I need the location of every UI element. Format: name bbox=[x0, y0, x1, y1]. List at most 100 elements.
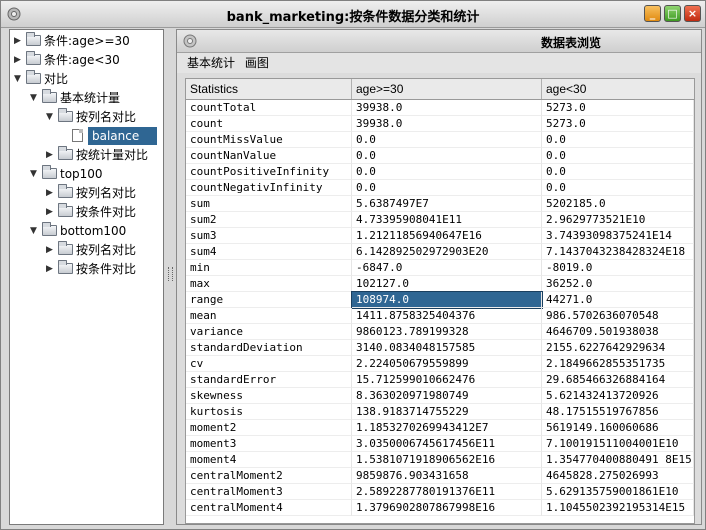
menu-basic-stats[interactable]: 基本统计 bbox=[187, 56, 235, 70]
statistic-value-cell[interactable]: 44271.0 bbox=[542, 292, 694, 308]
statistic-name-cell[interactable]: variance bbox=[186, 324, 352, 340]
expanded-toggle-icon[interactable]: ▼ bbox=[30, 165, 40, 183]
statistic-value-cell[interactable]: 108974.0 bbox=[351, 291, 543, 309]
tree-node[interactable]: balance bbox=[62, 127, 158, 145]
table-row[interactable]: centralMoment3 2.5892287780191376E11 5.629… bbox=[186, 484, 694, 500]
statistic-value-cell[interactable]: 0.0 bbox=[542, 132, 694, 148]
statistic-value-cell[interactable]: 15.712599010662476 bbox=[352, 372, 542, 388]
menu-plot[interactable]: 画图 bbox=[245, 56, 269, 70]
table-row[interactable]: countNegativInfinity 0.0 0.0 bbox=[186, 180, 694, 196]
statistic-value-cell[interactable]: 1411.8758325404376 bbox=[352, 308, 542, 324]
statistic-value-cell[interactable]: 3.74393098375241E14 bbox=[542, 228, 694, 244]
statistic-name-cell[interactable]: cv bbox=[186, 356, 352, 372]
statistic-value-cell[interactable]: 4646709.501938038 bbox=[542, 324, 694, 340]
statistic-value-cell[interactable]: 5273.0 bbox=[542, 116, 694, 132]
statistic-value-cell[interactable]: 1.1045502392195314E15 bbox=[542, 500, 694, 516]
table-row[interactable]: countMissValue 0.0 0.0 bbox=[186, 132, 694, 148]
statistic-value-cell[interactable]: 5.629135759001861E10 bbox=[542, 484, 694, 500]
statistic-value-cell[interactable]: 2.1849662855351735 bbox=[542, 356, 694, 372]
statistic-value-cell[interactable]: 138.9183714755229 bbox=[352, 404, 542, 420]
statistic-value-cell[interactable]: 5273.0 bbox=[542, 100, 694, 116]
table-row[interactable]: skewness 8.363020971980749 5.6214324137209… bbox=[186, 388, 694, 404]
table-row[interactable]: mean 1411.8758325404376 986.5702636070548 bbox=[186, 308, 694, 324]
statistic-value-cell[interactable]: 29.685466326884164 bbox=[542, 372, 694, 388]
statistic-value-cell[interactable]: 0.0 bbox=[352, 180, 542, 196]
statistic-value-cell[interactable]: -6847.0 bbox=[352, 260, 542, 276]
table-row[interactable]: centralMoment4 1.3796902807867998E16 1.104… bbox=[186, 500, 694, 516]
table-row[interactable]: sum4 6.142892502972903E20 7.14370432384283… bbox=[186, 244, 694, 260]
statistic-value-cell[interactable]: 0.0 bbox=[542, 180, 694, 196]
table-row[interactable]: moment3 3.0350006745617456E11 7.1001915110… bbox=[186, 436, 694, 452]
table-row[interactable]: sum 5.6387497E7 5202185.0 bbox=[186, 196, 694, 212]
table-row[interactable]: kurtosis 138.9183714755229 48.175155197678… bbox=[186, 404, 694, 420]
statistic-value-cell[interactable]: 5.6387497E7 bbox=[352, 196, 542, 212]
statistic-name-cell[interactable]: sum4 bbox=[186, 244, 352, 260]
statistic-value-cell[interactable]: 0.0 bbox=[542, 148, 694, 164]
table-row[interactable]: min -6847.0 -8019.0 bbox=[186, 260, 694, 276]
statistic-value-cell[interactable]: 3.0350006745617456E11 bbox=[352, 436, 542, 452]
table-row[interactable]: standardError 15.712599010662476 29.685466… bbox=[186, 372, 694, 388]
collapsed-toggle-icon[interactable]: ▶ bbox=[46, 146, 56, 164]
split-pane-divider[interactable] bbox=[166, 29, 174, 525]
statistic-value-cell[interactable]: 5202185.0 bbox=[542, 196, 694, 212]
statistic-value-cell[interactable]: 9860123.789199328 bbox=[352, 324, 542, 340]
statistic-value-cell[interactable]: 4645828.275026993 bbox=[542, 468, 694, 484]
statistic-name-cell[interactable]: standardError bbox=[186, 372, 352, 388]
table-row[interactable]: variance 9860123.789199328 4646709.5019380… bbox=[186, 324, 694, 340]
collapsed-toggle-icon[interactable]: ▶ bbox=[14, 32, 24, 50]
statistic-name-cell[interactable]: sum bbox=[186, 196, 352, 212]
statistic-value-cell[interactable]: 5.621432413720926 bbox=[542, 388, 694, 404]
statistic-name-cell[interactable]: countNanValue bbox=[186, 148, 352, 164]
collapsed-toggle-icon[interactable]: ▶ bbox=[46, 241, 56, 259]
statistic-name-cell[interactable]: min bbox=[186, 260, 352, 276]
statistic-name-cell[interactable]: max bbox=[186, 276, 352, 292]
title-bar[interactable]: bank_marketing:按条件数据分类和统计 _ □ × bbox=[1, 1, 705, 28]
table-row[interactable]: moment4 1.5381071918906562E16 1.3547704008… bbox=[186, 452, 694, 468]
expanded-toggle-icon[interactable]: ▼ bbox=[14, 70, 24, 88]
table-row[interactable]: sum2 4.73395908041E11 2.9629773521E10 bbox=[186, 212, 694, 228]
statistic-name-cell[interactable]: countNegativInfinity bbox=[186, 180, 352, 196]
statistic-name-cell[interactable]: countTotal bbox=[186, 100, 352, 116]
expanded-toggle-icon[interactable]: ▼ bbox=[30, 222, 40, 240]
collapsed-toggle-icon[interactable]: ▶ bbox=[46, 184, 56, 202]
table-row[interactable]: cv 2.224050679559899 2.1849662855351735 bbox=[186, 356, 694, 372]
table-row[interactable]: centralMoment2 9859876.903431658 4645828.2… bbox=[186, 468, 694, 484]
statistic-value-cell[interactable]: 1.21211856940647E16 bbox=[352, 228, 542, 244]
maximize-button[interactable]: □ bbox=[664, 5, 681, 22]
statistic-value-cell[interactable]: 2.9629773521E10 bbox=[542, 212, 694, 228]
statistic-value-cell[interactable]: 2.224050679559899 bbox=[352, 356, 542, 372]
statistic-name-cell[interactable]: countPositiveInfinity bbox=[186, 164, 352, 180]
statistic-value-cell[interactable]: 1.3796902807867998E16 bbox=[352, 500, 542, 516]
statistic-name-cell[interactable]: moment4 bbox=[186, 452, 352, 468]
column-header-statistics[interactable]: Statistics bbox=[186, 79, 352, 99]
statistic-value-cell[interactable]: 1.5381071918906562E16 bbox=[352, 452, 542, 468]
table-row[interactable]: countPositiveInfinity 0.0 0.0 bbox=[186, 164, 694, 180]
expanded-toggle-icon[interactable]: ▼ bbox=[46, 108, 56, 126]
table-row[interactable]: count 39938.0 5273.0 bbox=[186, 116, 694, 132]
divider-grip-icon[interactable] bbox=[168, 267, 173, 281]
statistic-name-cell[interactable]: skewness bbox=[186, 388, 352, 404]
tree-node[interactable]: ▶ 按条件对比 bbox=[46, 260, 136, 278]
expanded-toggle-icon[interactable]: ▼ bbox=[30, 89, 40, 107]
collapsed-toggle-icon[interactable]: ▶ bbox=[14, 51, 24, 69]
statistic-value-cell[interactable]: 2.5892287780191376E11 bbox=[352, 484, 542, 500]
statistic-value-cell[interactable]: 5619149.160060686 bbox=[542, 420, 694, 436]
tree-node[interactable]: ▼ 基本统计量 bbox=[30, 89, 120, 107]
table-row[interactable]: countTotal 39938.0 5273.0 bbox=[186, 100, 694, 116]
statistic-value-cell[interactable]: 102127.0 bbox=[352, 276, 542, 292]
statistic-value-cell[interactable]: 2155.6227642929634 bbox=[542, 340, 694, 356]
table-row[interactable]: sum3 1.21211856940647E16 3.74393098375241E… bbox=[186, 228, 694, 244]
statistic-value-cell[interactable]: 36252.0 bbox=[542, 276, 694, 292]
minimize-button[interactable]: _ bbox=[644, 5, 661, 22]
statistic-value-cell[interactable]: 4.73395908041E11 bbox=[352, 212, 542, 228]
statistic-value-cell[interactable]: 39938.0 bbox=[352, 116, 542, 132]
tree-node[interactable]: ▼ 对比 bbox=[14, 70, 68, 88]
statistic-value-cell[interactable]: 1.354770400880491 8E15 bbox=[542, 452, 694, 468]
statistic-value-cell[interactable]: 0.0 bbox=[352, 164, 542, 180]
statistic-name-cell[interactable]: centralMoment2 bbox=[186, 468, 352, 484]
statistic-value-cell[interactable]: 6.142892502972903E20 bbox=[352, 244, 542, 260]
tree-node[interactable]: ▶ 条件:age<30 bbox=[14, 51, 120, 69]
tree-node[interactable]: ▶ 按列名对比 bbox=[46, 184, 136, 202]
column-header-age-lt-30[interactable]: age<30 bbox=[542, 79, 694, 99]
statistic-value-cell[interactable]: -8019.0 bbox=[542, 260, 694, 276]
